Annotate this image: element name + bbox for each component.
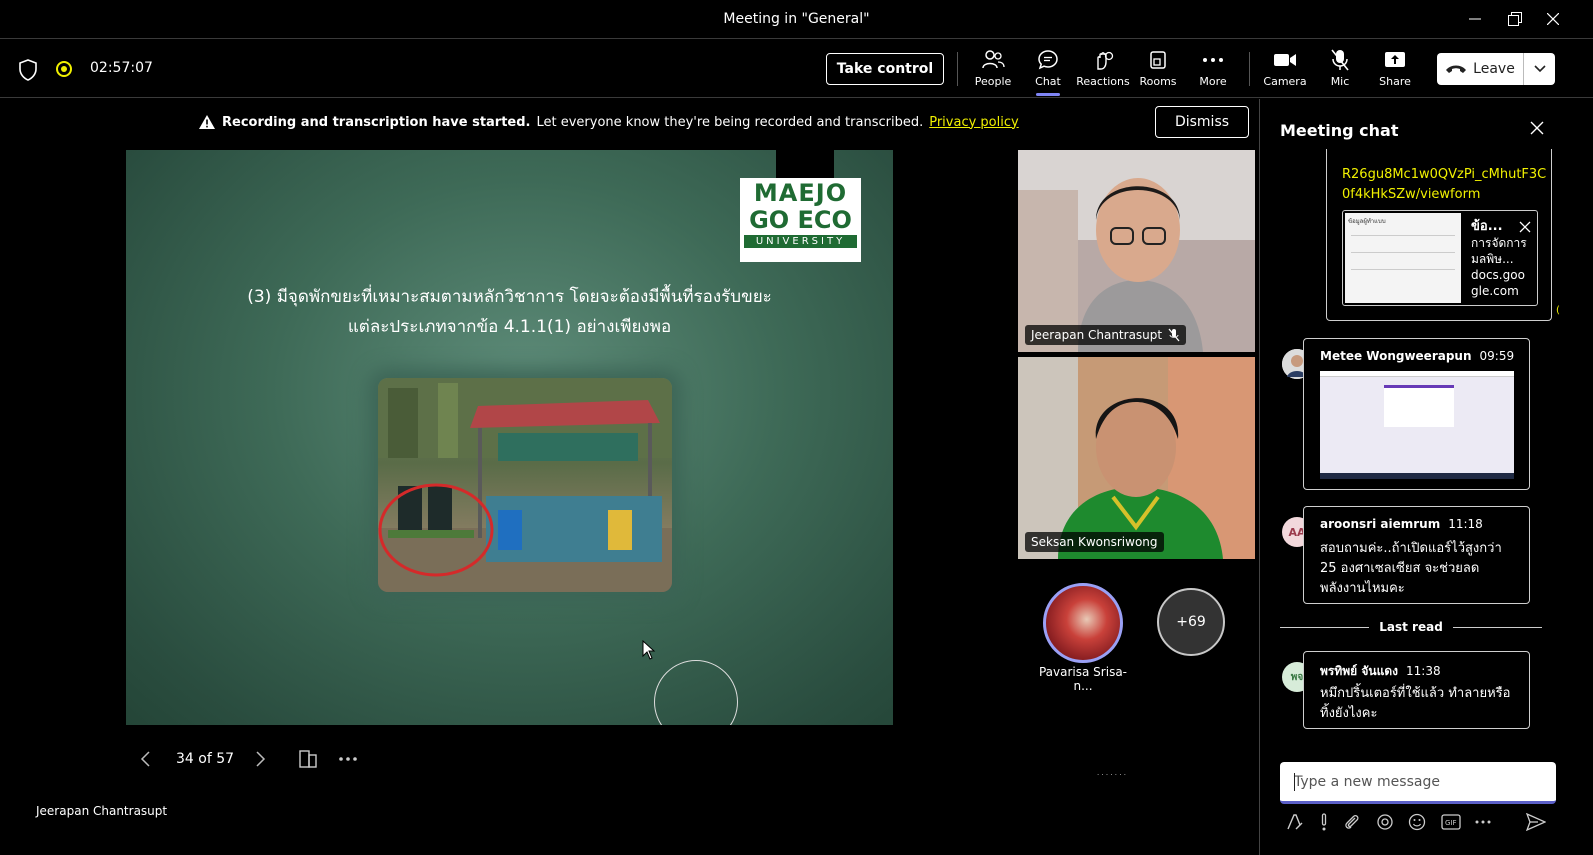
rooms-icon <box>1150 51 1166 69</box>
mic-muted-icon <box>1168 328 1180 342</box>
scroll-hint: ( <box>1556 305 1560 316</box>
slide-more-icon[interactable] <box>338 756 358 762</box>
chat-icon <box>1038 50 1058 70</box>
waste-station-photo <box>378 378 672 592</box>
meeting-toolbar: 02:57:07 Take control People Chat Reacti… <box>0 40 1593 98</box>
close-icon <box>1547 13 1559 25</box>
restore-button[interactable] <box>1502 8 1528 30</box>
toolbar-divider <box>957 52 958 86</box>
mouse-pointer-icon <box>642 640 656 660</box>
rooms-button[interactable]: Rooms <box>1130 48 1186 94</box>
laser-pointer-ring <box>654 660 738 725</box>
minimize-icon <box>1469 18 1481 20</box>
link-preview-image: ข้อมูลผู้ทำแบบ <box>1345 213 1461 303</box>
people-button[interactable]: People <box>965 48 1021 94</box>
slide-text-line-1: (3) มีจุดพักขยะที่เหมาะสมตามหลักวิชาการ … <box>247 287 772 307</box>
previous-slide-icon[interactable] <box>136 749 156 769</box>
reactions-button[interactable]: Reactions <box>1075 48 1131 94</box>
hang-up-icon <box>1446 65 1467 73</box>
screenshot-attachment[interactable] <box>1320 371 1514 479</box>
close-preview-icon[interactable] <box>1519 221 1531 233</box>
title-bar: Meeting in "General" <box>0 0 1593 39</box>
meeting-timer: 02:57:07 <box>90 60 153 76</box>
message-card: Metee Wongweerapun 09:59 <box>1303 338 1530 490</box>
participant-video-seksan <box>1018 357 1255 559</box>
close-chat-icon[interactable] <box>1530 121 1544 135</box>
presenter-name: Jeerapan Chantrasupt <box>36 804 168 818</box>
gif-icon[interactable]: GIF <box>1441 814 1461 830</box>
share-icon <box>1385 52 1405 67</box>
attach-icon[interactable] <box>1343 813 1361 831</box>
shield-icon[interactable] <box>18 59 38 81</box>
more-participants-button[interactable]: +69 <box>1157 588 1225 656</box>
message-input[interactable]: Type a new message <box>1280 762 1556 804</box>
participant-name-label: Seksan Kwonsriwong <box>1025 532 1164 552</box>
take-control-button[interactable]: Take control <box>826 53 944 85</box>
slide-black-tab <box>776 150 834 178</box>
link-preview-card[interactable]: ข้อมูลผู้ทำแบบ ข้อ... การจัดการ มลพิษ...… <box>1342 210 1538 306</box>
tiny-caption: · · · · · · · <box>1097 771 1126 779</box>
slide-navigation: 34 of 57 <box>136 745 358 773</box>
chat-title: Meeting chat <box>1280 121 1399 140</box>
privacy-policy-link[interactable]: Privacy policy <box>929 115 1018 130</box>
more-button[interactable]: More <box>1185 48 1241 94</box>
format-icon[interactable] <box>1286 813 1304 831</box>
important-icon[interactable] <box>1319 813 1329 831</box>
people-icon <box>982 50 1005 69</box>
recording-banner: Recording and transcription have started… <box>0 100 1258 144</box>
next-slide-icon[interactable] <box>250 749 270 769</box>
participant-name-label: Jeerapan Chantrasupt <box>1025 325 1187 345</box>
mic-button[interactable]: Mic <box>1312 48 1368 94</box>
participant-tile-jeerapan[interactable]: Jeerapan Chantrasupt <box>1018 150 1255 352</box>
recording-indicator-icon <box>56 61 72 77</box>
slide-page-counter: 34 of 57 <box>176 751 235 767</box>
banner-bold-text: Recording and transcription have started… <box>222 114 531 130</box>
dismiss-button[interactable]: Dismiss <box>1155 106 1249 138</box>
loop-icon[interactable] <box>1376 813 1394 831</box>
reactions-icon <box>1097 51 1114 70</box>
emoji-icon[interactable] <box>1408 813 1426 831</box>
leave-options-button[interactable] <box>1524 65 1555 73</box>
leave-button[interactable]: Leave <box>1437 53 1555 85</box>
more-options-icon[interactable] <box>1475 820 1491 824</box>
form-link[interactable]: R26gu8Mc1w0QVzPi_cMhutF3C 0f4kHkSZw/view… <box>1342 165 1546 205</box>
minimize-button[interactable] <box>1462 8 1488 30</box>
message-body: สอบถามค่ะ..ถ้าเปิดแอร์ไว้สูงกว่า 25 องศา… <box>1320 541 1502 596</box>
slide-grid-icon[interactable] <box>298 749 318 769</box>
university-logo: MAEJO GO ECO UNIVERSITY <box>740 178 861 262</box>
mic-off-icon <box>1331 49 1349 71</box>
warning-icon <box>199 115 215 129</box>
message-card: พรทิพย์ จันแดง 11:38 หมึกปริ้นเตอร์ที่ใช้… <box>1303 651 1530 729</box>
share-button[interactable]: Share <box>1367 48 1423 94</box>
toolbar-divider <box>1249 52 1250 86</box>
participant-avatar-name: Pavarisa Srisa-n... <box>1038 665 1127 693</box>
slide-text-line-2: แต่ละประเภทจากข้อ 4.1.1(1) อย่างเพียงพอ <box>347 317 672 337</box>
chevron-down-icon <box>1533 65 1546 73</box>
shared-slide: MAEJO GO ECO UNIVERSITY (3) มีจุดพักขยะท… <box>126 150 893 725</box>
restore-icon <box>1508 12 1522 26</box>
close-window-button[interactable] <box>1540 8 1566 30</box>
svg-text:GIF: GIF <box>1445 819 1457 827</box>
last-read-divider: Last read <box>1280 618 1543 636</box>
chat-button[interactable]: Chat <box>1020 48 1076 96</box>
more-icon <box>1203 58 1223 62</box>
meeting-chat-panel: Meeting chat R26gu8Mc1w0QVzPi_cMhutF3C 0… <box>1259 99 1593 855</box>
message-card: aroonsri aiemrum 11:18 สอบถามค่ะ..ถ้าเปิด… <box>1303 506 1530 604</box>
camera-icon <box>1274 54 1296 66</box>
waste-station-illustration <box>378 378 672 592</box>
banner-text: Let everyone know they're being recorded… <box>536 114 924 130</box>
camera-button[interactable]: Camera <box>1257 48 1313 94</box>
participant-tile-seksan[interactable]: Seksan Kwonsriwong <box>1018 357 1255 559</box>
participant-video-jeerapan <box>1018 150 1255 352</box>
message-body: หมึกปริ้นเตอร์ที่ใช้แล้ว ทำลายหรือ ทิ้งย… <box>1320 686 1511 721</box>
participant-avatar-pavarisa[interactable] <box>1043 583 1123 663</box>
compose-toolbar: GIF <box>1286 811 1546 833</box>
window-title: Meeting in "General" <box>723 11 870 27</box>
send-icon[interactable] <box>1525 813 1546 831</box>
